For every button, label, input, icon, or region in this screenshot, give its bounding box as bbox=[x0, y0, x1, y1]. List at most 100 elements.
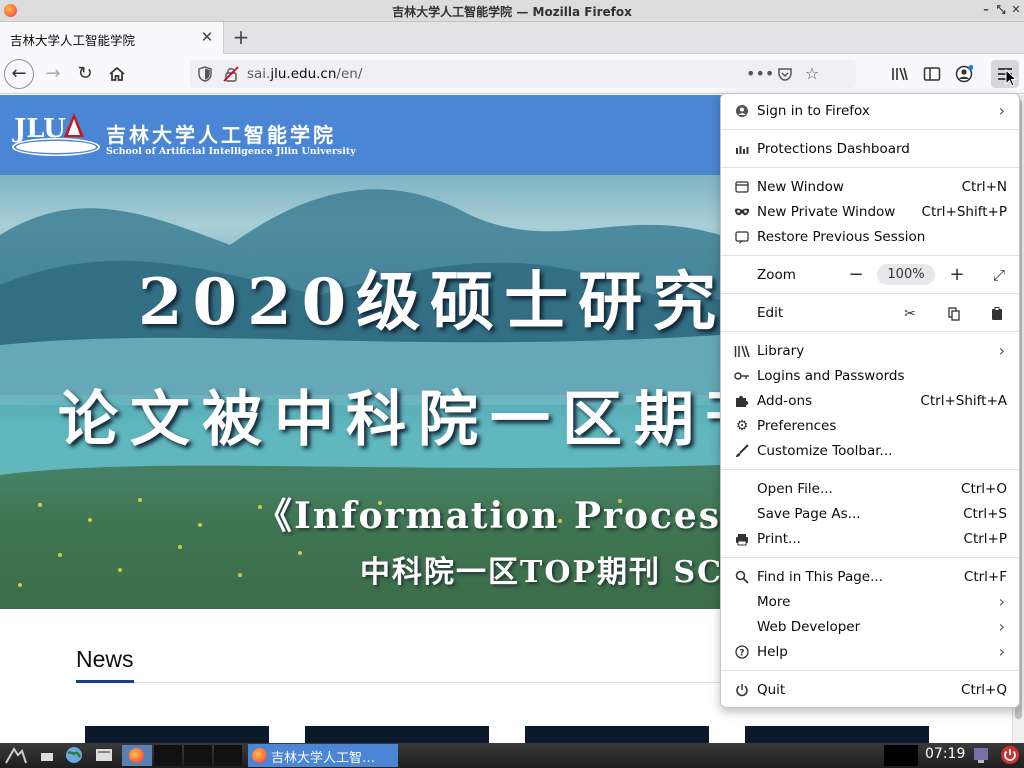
menu-separator bbox=[721, 331, 1019, 332]
workspace-3[interactable] bbox=[214, 745, 242, 766]
window-titlebar[interactable]: 吉林大学人工智能学院 — Mozilla Firefox – ⤡ ✕ bbox=[0, 0, 1024, 22]
pocket-shape bbox=[778, 68, 792, 81]
menu-separator bbox=[721, 670, 1019, 671]
menu-more[interactable]: More › bbox=[721, 590, 1019, 614]
copy-icon[interactable] bbox=[943, 303, 965, 325]
help-icon: ? bbox=[733, 643, 751, 661]
menu-new-window[interactable]: New Window Ctrl+N bbox=[721, 175, 1019, 199]
taskbar-firefox-window[interactable]: 吉林大学人工智… bbox=[248, 744, 398, 767]
menu-quit[interactable]: Quit Ctrl+Q bbox=[721, 678, 1019, 702]
private-mask-icon bbox=[733, 203, 751, 221]
workspace-1[interactable] bbox=[154, 745, 182, 766]
svg-text:?: ? bbox=[739, 649, 744, 659]
url-host: jlu.edu.cn bbox=[270, 66, 337, 82]
menu-label: Web Developer bbox=[757, 619, 861, 635]
fullscreen-icon[interactable]: ⤢ bbox=[988, 264, 1010, 286]
forward-button[interactable]: → bbox=[39, 60, 67, 88]
news-divider bbox=[76, 682, 736, 683]
menu-restore-session[interactable]: Restore Previous Session bbox=[721, 225, 1019, 249]
menu-separator bbox=[721, 167, 1019, 168]
new-tab-button[interactable]: + bbox=[230, 26, 252, 48]
puzzle-icon bbox=[733, 392, 751, 410]
bookmark-star-icon[interactable]: ☆ bbox=[802, 64, 822, 84]
menu-customize[interactable]: Customize Toolbar... bbox=[721, 439, 1019, 463]
cut-icon[interactable]: ✂ bbox=[899, 303, 921, 325]
menu-sign-in[interactable]: Sign in to Firefox › bbox=[721, 99, 1019, 123]
tab-close-icon[interactable]: ✕ bbox=[198, 28, 216, 46]
menu-label: More bbox=[757, 594, 791, 610]
chevron-right-icon: › bbox=[998, 101, 1005, 120]
menu-preferences[interactable]: ⚙ Preferences bbox=[721, 414, 1019, 438]
home-button[interactable] bbox=[103, 60, 131, 88]
window-title: 吉林大学人工智能学院 — Mozilla Firefox bbox=[392, 5, 632, 19]
menu-library[interactable]: Library › bbox=[721, 339, 1019, 363]
menu-shortcut: Ctrl+Q bbox=[961, 682, 1007, 698]
site-name-cn: 吉林大学人工智能学院 bbox=[106, 123, 336, 147]
menu-edit-row: Edit ✂ bbox=[721, 301, 1019, 325]
back-button[interactable]: ← bbox=[4, 59, 34, 89]
tab-active[interactable]: 吉林大学人工智能学院 ✕ bbox=[0, 22, 224, 54]
menu-label: New Private Window bbox=[757, 204, 896, 220]
tab-strip: 吉林大学人工智能学院 ✕ + bbox=[0, 22, 1024, 54]
library-icon[interactable] bbox=[886, 60, 914, 88]
gear-icon: ⚙ bbox=[735, 418, 749, 434]
news-thumb[interactable] bbox=[305, 726, 489, 743]
new-window-icon bbox=[733, 178, 751, 196]
clock[interactable]: 07:19 bbox=[925, 746, 965, 762]
start-menu-icon[interactable] bbox=[4, 745, 30, 766]
minimize-icon[interactable]: – bbox=[979, 3, 993, 17]
account-icon[interactable] bbox=[950, 60, 978, 88]
zoom-in-button[interactable]: + bbox=[946, 264, 968, 286]
menu-label: Sign in to Firefox bbox=[757, 103, 870, 119]
menu-open-file[interactable]: Open File... Ctrl+O bbox=[721, 477, 1019, 501]
zoom-reset-button[interactable]: 100% bbox=[877, 264, 935, 285]
menu-shortcut: Ctrl+F bbox=[963, 569, 1007, 585]
insecure-lock-icon[interactable] bbox=[223, 66, 239, 82]
menu-help[interactable]: ? Help › bbox=[721, 640, 1019, 664]
menu-label: Add-ons bbox=[757, 393, 813, 409]
menu-label: Restore Previous Session bbox=[757, 229, 926, 245]
sidebar-icon[interactable] bbox=[918, 60, 946, 88]
news-heading-underline bbox=[76, 680, 134, 683]
url-bar[interactable]: sai.jlu.edu.cn/en/ ••• ☆ bbox=[190, 60, 856, 88]
menu-new-private-window[interactable]: New Private Window Ctrl+Shift+P bbox=[721, 200, 1019, 224]
page-actions-icon[interactable]: ••• bbox=[746, 64, 774, 84]
url-text[interactable]: sai.jlu.edu.cn/en/ bbox=[247, 66, 362, 82]
search-icon bbox=[733, 568, 751, 586]
menu-label: Logins and Passwords bbox=[757, 368, 905, 384]
menu-addons[interactable]: Add-ons Ctrl+Shift+A bbox=[721, 389, 1019, 413]
menu-shortcut: Ctrl+S bbox=[963, 506, 1007, 522]
menu-find[interactable]: Find in This Page... Ctrl+F bbox=[721, 565, 1019, 589]
zoom-label: Zoom bbox=[757, 267, 796, 283]
firefox-launcher-icon[interactable] bbox=[122, 745, 152, 766]
menu-print[interactable]: Print... Ctrl+P bbox=[721, 527, 1019, 551]
menu-separator bbox=[721, 129, 1019, 130]
pocket-icon[interactable] bbox=[775, 64, 795, 84]
printer-icon bbox=[733, 530, 751, 548]
menu-save-page[interactable]: Save Page As... Ctrl+S bbox=[721, 502, 1019, 526]
power-button[interactable] bbox=[1000, 745, 1022, 766]
browser-globe-icon[interactable] bbox=[64, 745, 86, 766]
menu-separator bbox=[721, 293, 1019, 294]
menu-shortcut: Ctrl+O bbox=[961, 481, 1007, 497]
zoom-out-button[interactable]: − bbox=[845, 264, 867, 286]
maximize-icon[interactable]: ⤡ bbox=[994, 3, 1008, 17]
news-thumb[interactable] bbox=[745, 726, 929, 743]
close-window-icon[interactable]: ✕ bbox=[1009, 3, 1023, 17]
workspace-2[interactable] bbox=[184, 745, 212, 766]
banner-headline-2: 论文被中科院一区期刊I bbox=[58, 385, 819, 455]
menu-label: Save Page As... bbox=[757, 506, 861, 522]
file-manager-icon[interactable] bbox=[94, 745, 116, 766]
reload-button[interactable]: ↻ bbox=[71, 60, 99, 88]
news-thumb[interactable] bbox=[525, 726, 709, 743]
menu-logins[interactable]: Logins and Passwords bbox=[721, 364, 1019, 388]
news-thumb[interactable] bbox=[85, 726, 269, 743]
menu-web-developer[interactable]: Web Developer › bbox=[721, 615, 1019, 639]
show-desktop-icon[interactable] bbox=[38, 745, 58, 766]
menu-protections[interactable]: Protections Dashboard bbox=[721, 137, 1019, 161]
user-tray-icon[interactable] bbox=[972, 745, 994, 766]
university-logo[interactable]: JLU bbox=[12, 109, 100, 157]
library-shape bbox=[892, 67, 908, 81]
paste-icon[interactable] bbox=[986, 303, 1008, 325]
tracking-shield-icon[interactable] bbox=[198, 66, 212, 82]
